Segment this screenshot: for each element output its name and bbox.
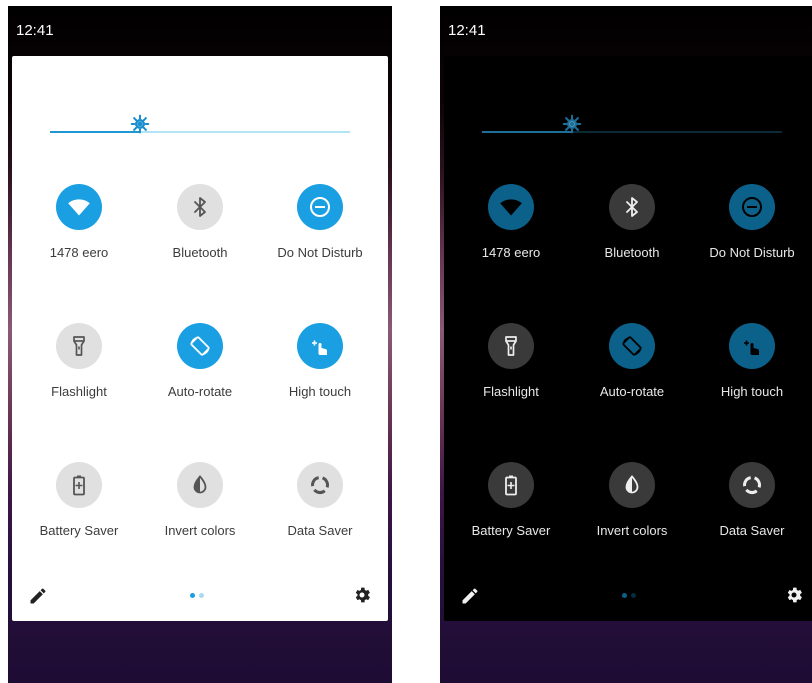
tile-auto-rotate[interactable]: Auto-rotate bbox=[572, 323, 692, 423]
tile-label: Do Not Disturb bbox=[709, 245, 795, 260]
quick-settings-panel: 1478 eero Bluetooth Do Not Disturb Flash… bbox=[444, 56, 812, 621]
auto-rotate-icon[interactable] bbox=[177, 323, 223, 369]
flashlight-icon[interactable] bbox=[488, 323, 534, 369]
tile-invert-colors[interactable]: Invert colors bbox=[572, 462, 692, 562]
invert-colors-icon[interactable] bbox=[609, 462, 655, 508]
tile-do-not-disturb[interactable]: Do Not Disturb bbox=[260, 184, 380, 284]
bluetooth-icon[interactable] bbox=[609, 184, 655, 230]
gear-icon[interactable] bbox=[352, 585, 372, 605]
tile-high-touch[interactable]: High touch bbox=[260, 323, 380, 423]
tile-label: Bluetooth bbox=[604, 245, 660, 260]
page-indicator bbox=[190, 593, 210, 599]
page-dot-active bbox=[190, 593, 195, 598]
tile-data-saver[interactable]: Data Saver bbox=[260, 462, 380, 562]
auto-rotate-icon[interactable] bbox=[609, 323, 655, 369]
tile-flashlight[interactable]: Flashlight bbox=[19, 323, 139, 423]
tile-auto-rotate[interactable]: Auto-rotate bbox=[140, 323, 260, 423]
quick-settings-dark: 12:41 1478 eero Bluetooth Do Not Disturb bbox=[440, 6, 812, 683]
tile-data-saver[interactable]: Data Saver bbox=[692, 462, 812, 562]
tile-do-not-disturb[interactable]: Do Not Disturb bbox=[692, 184, 812, 284]
tile-label: Battery Saver bbox=[471, 523, 551, 538]
status-time: 12:41 bbox=[16, 22, 54, 39]
tile-label: Battery Saver bbox=[39, 523, 119, 538]
page-indicator bbox=[622, 593, 642, 599]
gear-icon[interactable] bbox=[784, 585, 804, 605]
tile-grid: 1478 eero Bluetooth Do Not Disturb Flash… bbox=[12, 56, 388, 621]
tile-grid: 1478 eero Bluetooth Do Not Disturb Flash… bbox=[444, 56, 812, 621]
tile-label: 1478 eero bbox=[481, 245, 541, 260]
do-not-disturb-icon[interactable] bbox=[729, 184, 775, 230]
battery-saver-icon[interactable] bbox=[56, 462, 102, 508]
tile-label: Do Not Disturb bbox=[277, 245, 363, 260]
pencil-icon[interactable] bbox=[28, 586, 48, 606]
tile-bluetooth[interactable]: Bluetooth bbox=[572, 184, 692, 284]
tile-label: Flashlight bbox=[483, 384, 539, 399]
tile-bluetooth[interactable]: Bluetooth bbox=[140, 184, 260, 284]
page-dot bbox=[199, 593, 204, 598]
tile-label: Flashlight bbox=[51, 384, 107, 399]
tile-wifi[interactable]: 1478 eero bbox=[451, 184, 571, 284]
invert-colors-icon[interactable] bbox=[177, 462, 223, 508]
data-saver-icon[interactable] bbox=[297, 462, 343, 508]
tile-label: Auto-rotate bbox=[167, 384, 233, 399]
tile-high-touch[interactable]: High touch bbox=[692, 323, 812, 423]
tile-label: Invert colors bbox=[164, 523, 236, 538]
tile-label: Bluetooth bbox=[172, 245, 228, 260]
quick-settings-panel: 1478 eero Bluetooth Do Not Disturb Flash… bbox=[12, 56, 388, 621]
tile-label: 1478 eero bbox=[49, 245, 109, 260]
high-touch-icon[interactable] bbox=[297, 323, 343, 369]
bluetooth-icon[interactable] bbox=[177, 184, 223, 230]
tile-label: High touch bbox=[288, 384, 352, 399]
quick-settings-light: 12:41 1478 eero Bluetooth Do Not Disturb bbox=[8, 6, 392, 683]
wifi-icon[interactable] bbox=[488, 184, 534, 230]
tile-invert-colors[interactable]: Invert colors bbox=[140, 462, 260, 562]
tile-label: Invert colors bbox=[596, 523, 668, 538]
status-time: 12:41 bbox=[448, 22, 486, 39]
tile-label: High touch bbox=[720, 384, 784, 399]
tile-wifi[interactable]: 1478 eero bbox=[19, 184, 139, 284]
tile-label: Data Saver bbox=[719, 523, 785, 538]
tile-flashlight[interactable]: Flashlight bbox=[451, 323, 571, 423]
wifi-icon[interactable] bbox=[56, 184, 102, 230]
tile-battery-saver[interactable]: Battery Saver bbox=[451, 462, 571, 562]
page-dot-active bbox=[622, 593, 627, 598]
data-saver-icon[interactable] bbox=[729, 462, 775, 508]
page-dot bbox=[631, 593, 636, 598]
battery-saver-icon[interactable] bbox=[488, 462, 534, 508]
tile-battery-saver[interactable]: Battery Saver bbox=[19, 462, 139, 562]
do-not-disturb-icon[interactable] bbox=[297, 184, 343, 230]
tile-label: Data Saver bbox=[287, 523, 353, 538]
high-touch-icon[interactable] bbox=[729, 323, 775, 369]
flashlight-icon[interactable] bbox=[56, 323, 102, 369]
pencil-icon[interactable] bbox=[460, 586, 480, 606]
tile-label: Auto-rotate bbox=[599, 384, 665, 399]
